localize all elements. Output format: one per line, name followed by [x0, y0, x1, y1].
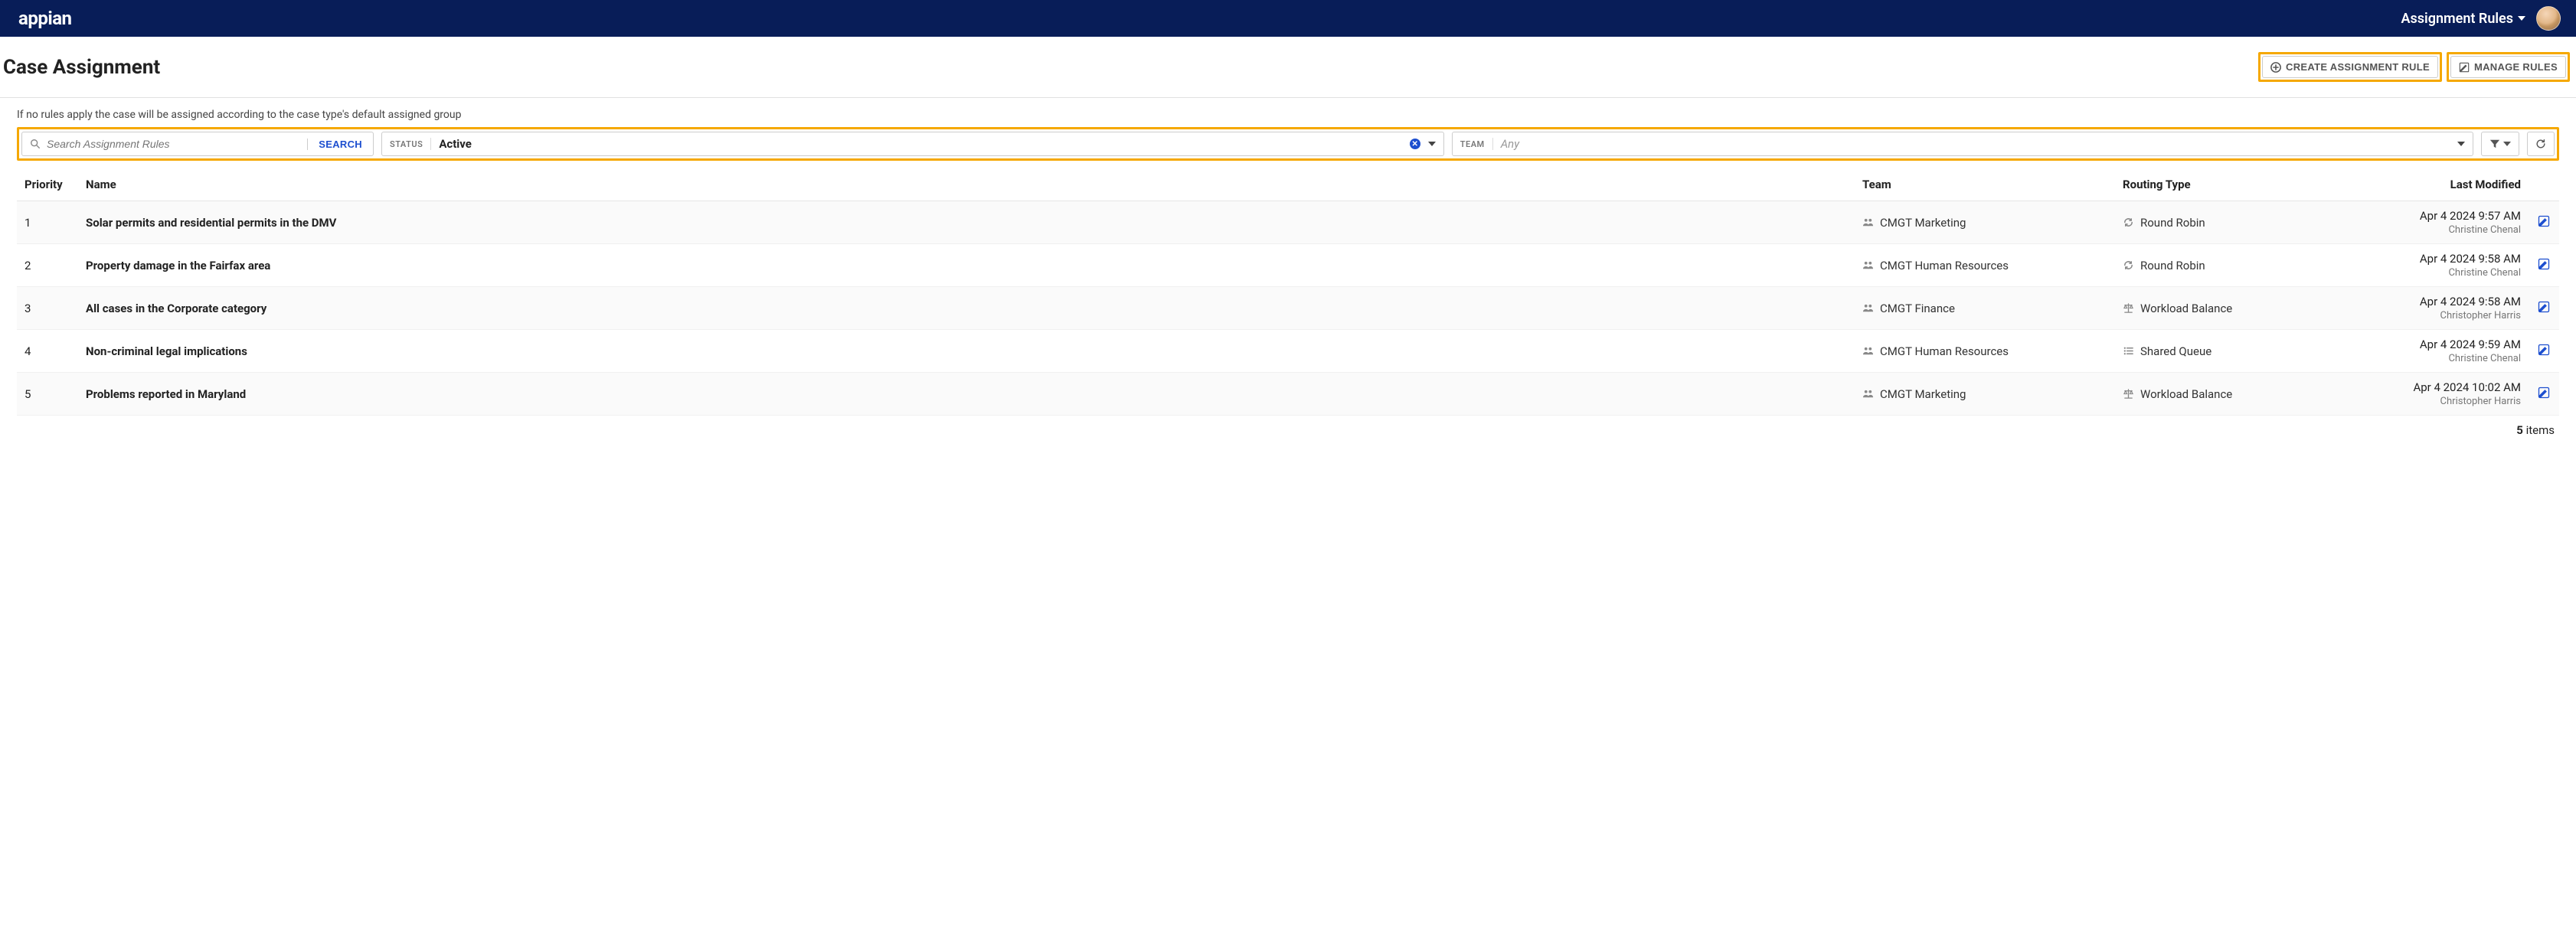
lastmod-cell: Apr 4 2024 9:59 AMChristine Chenal: [2360, 330, 2529, 373]
balance-icon: [2123, 302, 2134, 314]
col-name[interactable]: Name: [78, 168, 1855, 201]
col-actions: [2529, 168, 2559, 201]
chevron-down-icon[interactable]: [2457, 142, 2465, 146]
status-label: STATUS: [390, 139, 423, 149]
group-icon: [1862, 259, 1874, 271]
search-button[interactable]: SEARCH: [307, 139, 373, 150]
filter-icon: [2489, 139, 2500, 149]
highlight-filterbar: SEARCH STATUS Active ✕ TEAM Any: [17, 127, 2559, 161]
avatar[interactable]: [2536, 6, 2561, 31]
routing-cell: Workload Balance: [2115, 287, 2360, 330]
manage-rules-button[interactable]: MANAGE RULES: [2450, 56, 2566, 78]
group-icon: [1862, 302, 1874, 314]
plus-circle-icon: [2270, 62, 2281, 73]
team-cell: CMGT Human Resources: [1855, 244, 2115, 287]
refresh-icon: [2123, 259, 2134, 271]
table-row: 3All cases in the Corporate categoryCMGT…: [17, 287, 2559, 330]
routing-cell: Workload Balance: [2115, 373, 2360, 416]
status-filter[interactable]: STATUS Active ✕: [381, 132, 1444, 156]
search-box: SEARCH: [21, 132, 374, 156]
chevron-down-icon[interactable]: [1428, 142, 1436, 146]
group-icon: [1862, 345, 1874, 357]
page-title: Case Assignment: [3, 56, 160, 79]
search-input[interactable]: [47, 132, 307, 155]
priority-cell: 3: [17, 287, 78, 330]
routing-cell: Round Robin: [2115, 244, 2360, 287]
chevron-down-icon: [2503, 142, 2511, 146]
rules-table: Priority Name Team Routing Type Last Mod…: [17, 168, 2559, 416]
nav-menu-label: Assignment Rules: [2401, 11, 2514, 27]
page-header: Case Assignment CREATE ASSIGNMENT RULE M…: [0, 37, 2576, 94]
pencil-square-icon: [2459, 62, 2470, 73]
priority-cell: 5: [17, 373, 78, 416]
divider: [0, 97, 2576, 98]
edit-row-button[interactable]: [2538, 258, 2550, 270]
highlight-create-rule: CREATE ASSIGNMENT RULE: [2258, 52, 2442, 82]
table-row: 5Problems reported in MarylandCMGT Marke…: [17, 373, 2559, 416]
lastmod-cell: Apr 4 2024 10:02 AMChristopher Harris: [2360, 373, 2529, 416]
edit-row-button[interactable]: [2538, 387, 2550, 399]
col-routing[interactable]: Routing Type: [2115, 168, 2360, 201]
priority-cell: 4: [17, 330, 78, 373]
create-rule-label: CREATE ASSIGNMENT RULE: [2286, 61, 2430, 73]
name-cell[interactable]: Problems reported in Maryland: [78, 373, 1855, 416]
routing-cell: Shared Queue: [2115, 330, 2360, 373]
col-team[interactable]: Team: [1855, 168, 2115, 201]
edit-row-button[interactable]: [2538, 301, 2550, 313]
table-row: 2Property damage in the Fairfax areaCMGT…: [17, 244, 2559, 287]
group-icon: [1862, 217, 1874, 228]
team-cell: CMGT Marketing: [1855, 201, 2115, 244]
lastmod-cell: Apr 4 2024 9:57 AMChristine Chenal: [2360, 201, 2529, 244]
table-row: 4Non-criminal legal implicationsCMGT Hum…: [17, 330, 2559, 373]
item-count: 5: [2516, 423, 2523, 437]
list-icon: [2123, 345, 2134, 357]
table-row: 1Solar permits and residential permits i…: [17, 201, 2559, 244]
col-priority[interactable]: Priority: [17, 168, 78, 201]
team-placeholder: Any: [1501, 137, 1519, 151]
col-lastmod[interactable]: Last Modified: [2360, 168, 2529, 201]
chevron-down-icon: [2518, 16, 2525, 21]
items-label: items: [2526, 423, 2555, 437]
logo: appian: [18, 8, 72, 29]
team-cell: CMGT Human Resources: [1855, 330, 2115, 373]
team-cell: CMGT Marketing: [1855, 373, 2115, 416]
refresh-button[interactable]: [2527, 132, 2555, 156]
lastmod-cell: Apr 4 2024 9:58 AMChristine Chenal: [2360, 244, 2529, 287]
priority-cell: 2: [17, 244, 78, 287]
name-cell[interactable]: Solar permits and residential permits in…: [78, 201, 1855, 244]
group-icon: [1862, 388, 1874, 400]
routing-cell: Round Robin: [2115, 201, 2360, 244]
lastmod-cell: Apr 4 2024 9:58 AMChristopher Harris: [2360, 287, 2529, 330]
team-cell: CMGT Finance: [1855, 287, 2115, 330]
manage-rules-label: MANAGE RULES: [2474, 61, 2558, 73]
team-label: TEAM: [1460, 139, 1485, 149]
top-nav: appian Assignment Rules: [0, 0, 2576, 37]
balance-icon: [2123, 388, 2134, 400]
edit-row-button[interactable]: [2538, 344, 2550, 356]
refresh-icon: [2123, 217, 2134, 228]
name-cell[interactable]: All cases in the Corporate category: [78, 287, 1855, 330]
filter-button[interactable]: [2481, 132, 2519, 156]
refresh-icon: [2535, 139, 2546, 149]
priority-cell: 1: [17, 201, 78, 244]
hint-text: If no rules apply the case will be assig…: [17, 109, 2559, 121]
nav-menu-assignment-rules[interactable]: Assignment Rules: [2401, 11, 2526, 27]
create-assignment-rule-button[interactable]: CREATE ASSIGNMENT RULE: [2262, 56, 2438, 78]
clear-status-icon[interactable]: ✕: [1410, 139, 1420, 149]
table-footer: 5 items: [17, 416, 2559, 437]
team-filter[interactable]: TEAM Any: [1452, 132, 2473, 156]
search-icon: [22, 139, 47, 149]
edit-row-button[interactable]: [2538, 215, 2550, 227]
highlight-manage-rules: MANAGE RULES: [2447, 52, 2570, 82]
name-cell[interactable]: Property damage in the Fairfax area: [78, 244, 1855, 287]
name-cell[interactable]: Non-criminal legal implications: [78, 330, 1855, 373]
status-value: Active: [439, 137, 472, 151]
